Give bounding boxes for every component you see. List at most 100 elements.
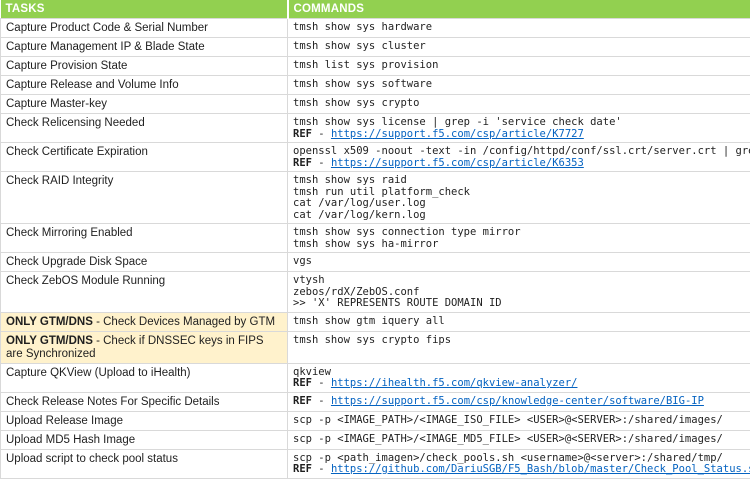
task-cell: Check RAID Integrity — [1, 172, 288, 224]
table-row: Capture Release and Volume Info tmsh show… — [1, 76, 750, 95]
command-cell: scp -p <IMAGE_PATH>/<IMAGE_ISO_FILE> <US… — [288, 411, 750, 430]
task-text: Upload MD5 Hash Image — [6, 434, 135, 446]
ref-label: REF — [293, 157, 312, 169]
command-cell: qkviewREF - https://ihealth.f5.com/qkvie… — [288, 363, 750, 392]
command-cell: vtyshzebos/rdX/ZebOS.conf>> 'X' REPRESEN… — [288, 272, 750, 313]
command-line: tmsh list sys provision — [293, 60, 745, 72]
command-line: tmsh show sys crypto — [293, 98, 745, 110]
table-row: Check ZebOS Module Runningvtyshzebos/rdX… — [1, 272, 750, 313]
task-cell: Check Certificate Expiration — [1, 143, 288, 172]
table-row: Upload Release Image scp -p <IMAGE_PATH>/… — [1, 411, 750, 430]
task-text: Capture QKView (Upload to iHealth) — [6, 367, 191, 379]
task-cell: Check ZebOS Module Running — [1, 272, 288, 313]
ref-label: REF — [293, 395, 312, 407]
table-row: Capture QKView (Upload to iHealth) qkview… — [1, 363, 750, 392]
command-cell: openssl x509 -noout -text -in /config/ht… — [288, 143, 750, 172]
table-row: ONLY GTM/DNS - Check Devices Managed by … — [1, 312, 750, 331]
task-cell: ONLY GTM/DNS - Check Devices Managed by … — [1, 312, 288, 331]
command-line: cat /var/log/user.log — [293, 198, 745, 210]
command-cell: vgs — [288, 253, 750, 272]
ref-link[interactable]: https://support.f5.com/csp/article/K6353 — [331, 157, 584, 169]
table-row: Check RAID Integrity tmsh show sys raidtm… — [1, 172, 750, 224]
command-line: tmsh show gtm iquery all — [293, 316, 745, 328]
command-line: REF - https://github.com/DariuSGB/F5_Bas… — [293, 464, 745, 476]
table-row: Check Upgrade Disk Space vgs — [1, 253, 750, 272]
table-row: Capture Master-key tmsh show sys crypto — [1, 95, 750, 114]
command-line: REF - https://support.f5.com/csp/article… — [293, 158, 745, 170]
task-cell: ONLY GTM/DNS - Check if DNSSEC keys in F… — [1, 331, 288, 363]
task-text: Upload Release Image — [6, 415, 123, 427]
command-cell: REF - https://support.f5.com/csp/knowled… — [288, 392, 750, 411]
command-cell: tmsh show gtm iquery all — [288, 312, 750, 331]
table-row: Capture Management IP & Blade State tmsh … — [1, 38, 750, 57]
command-cell: tmsh show sys crypto fips — [288, 331, 750, 363]
task-text: Check RAID Integrity — [6, 175, 113, 187]
table-row: ONLY GTM/DNS - Check if DNSSEC keys in F… — [1, 331, 750, 363]
ref-link[interactable]: https://support.f5.com/csp/knowledge-cen… — [331, 395, 704, 407]
command-line: scp -p <IMAGE_PATH>/<IMAGE_MD5_FILE> <US… — [293, 434, 745, 446]
table-row: Capture Provision State tmsh list sys pro… — [1, 57, 750, 76]
task-text: Capture Master-key — [6, 98, 107, 110]
table-row: Check Mirroring Enabled tmsh show sys con… — [1, 224, 750, 253]
task-bold-prefix: ONLY GTM/DNS — [6, 335, 93, 347]
command-line: scp -p <IMAGE_PATH>/<IMAGE_ISO_FILE> <US… — [293, 415, 745, 427]
command-cell: tmsh show sys software — [288, 76, 750, 95]
task-text: Check Certificate Expiration — [6, 146, 148, 158]
table-row: Check Release Notes For Specific Details… — [1, 392, 750, 411]
task-cell: Upload Release Image — [1, 411, 288, 430]
command-cell: tmsh show sys license | grep -i 'service… — [288, 114, 750, 143]
task-cell: Capture Provision State — [1, 57, 288, 76]
task-text: Capture Provision State — [6, 60, 127, 72]
command-cell: tmsh show sys crypto — [288, 95, 750, 114]
ref-link[interactable]: https://github.com/DariuSGB/F5_Bash/blob… — [331, 463, 750, 475]
task-text: Check Mirroring Enabled — [6, 227, 133, 239]
command-cell: tmsh show sys connection type mirrortmsh… — [288, 224, 750, 253]
command-cell: tmsh show sys raidtmsh run util platform… — [288, 172, 750, 224]
commands-table: TASKS COMMANDS Capture Product Code & Se… — [0, 0, 750, 479]
command-line: tmsh show sys crypto fips — [293, 335, 745, 347]
task-cell: Check Mirroring Enabled — [1, 224, 288, 253]
task-text: Capture Product Code & Serial Number — [6, 22, 208, 34]
command-cell: scp -p <IMAGE_PATH>/<IMAGE_MD5_FILE> <US… — [288, 430, 750, 449]
command-line: REF - https://ihealth.f5.com/qkview-anal… — [293, 378, 745, 390]
task-text: Check Upgrade Disk Space — [6, 256, 147, 268]
ref-label: REF — [293, 463, 312, 475]
task-cell: Capture Release and Volume Info — [1, 76, 288, 95]
task-text: Capture Management IP & Blade State — [6, 41, 205, 53]
command-line: tmsh show sys connection type mirror — [293, 227, 745, 239]
task-bold-prefix: ONLY GTM/DNS — [6, 316, 93, 328]
task-cell: Check Upgrade Disk Space — [1, 253, 288, 272]
ref-link[interactable]: https://support.f5.com/csp/article/K7727 — [331, 128, 584, 140]
task-cell: Capture Product Code & Serial Number — [1, 19, 288, 38]
command-line: tmsh show sys software — [293, 79, 745, 91]
command-line: cat /var/log/kern.log — [293, 210, 745, 222]
task-cell: Check Release Notes For Specific Details — [1, 392, 288, 411]
command-line: tmsh show sys raid — [293, 175, 745, 187]
command-line: tmsh show sys hardware — [293, 22, 745, 34]
command-line: vtysh — [293, 275, 745, 287]
table-body: Capture Product Code & Serial Number tmsh… — [1, 19, 750, 479]
command-line: tmsh show sys ha-mirror — [293, 239, 745, 251]
table-header-row: TASKS COMMANDS — [1, 0, 750, 19]
task-text: Check Release Notes For Specific Details — [6, 396, 219, 408]
command-cell: tmsh list sys provision — [288, 57, 750, 76]
task-cell: Upload MD5 Hash Image — [1, 430, 288, 449]
command-line: REF - https://support.f5.com/csp/article… — [293, 129, 745, 141]
table-row: Upload script to check pool statusscp -p… — [1, 449, 750, 478]
command-line: tmsh show sys cluster — [293, 41, 745, 53]
command-line: >> 'X' REPRESENTS ROUTE DOMAIN ID — [293, 298, 745, 310]
ref-link[interactable]: https://ihealth.f5.com/qkview-analyzer/ — [331, 377, 578, 389]
task-cell: Check Relicensing Needed — [1, 114, 288, 143]
task-cell: Upload script to check pool status — [1, 449, 288, 478]
command-cell: tmsh show sys hardware — [288, 19, 750, 38]
ref-label: REF — [293, 128, 312, 140]
ref-label: REF — [293, 377, 312, 389]
task-text: Capture Release and Volume Info — [6, 79, 179, 91]
column-header-commands: COMMANDS — [288, 0, 750, 19]
command-cell: scp -p <path_imagen>/check_pools.sh <use… — [288, 449, 750, 478]
task-text: - Check Devices Managed by GTM — [93, 316, 275, 328]
table-row: Upload MD5 Hash Image scp -p <IMAGE_PATH>… — [1, 430, 750, 449]
command-line: vgs — [293, 256, 745, 268]
column-header-tasks: TASKS — [1, 0, 288, 19]
task-cell: Capture Master-key — [1, 95, 288, 114]
